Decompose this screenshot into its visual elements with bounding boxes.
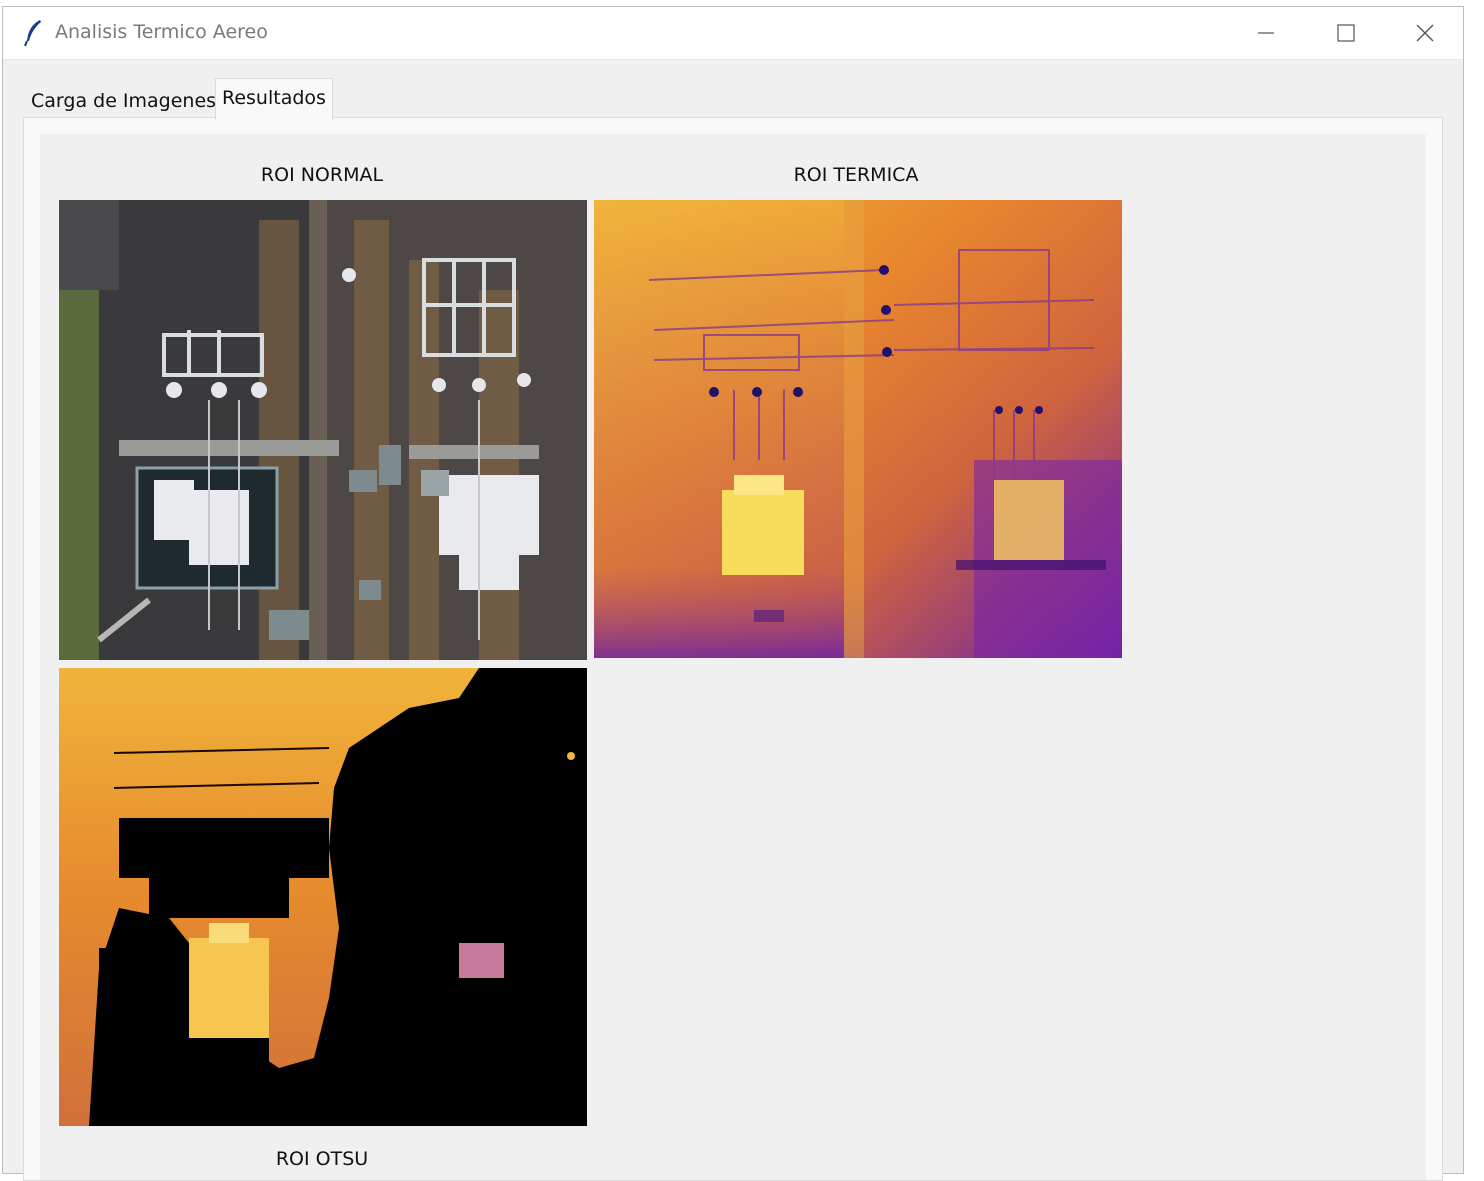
tab-resultados[interactable]: Resultados (215, 78, 333, 120)
minimize-icon (1258, 32, 1274, 34)
roi-termica-image (594, 200, 1122, 658)
maximize-icon (1337, 24, 1355, 42)
app-window: Analisis Termico Aereo Carga de Imagenes… (2, 6, 1464, 1181)
close-button[interactable] (1385, 7, 1465, 59)
results-panel: ROI NORMAL ROI TERMICA ROI OTSU (23, 117, 1443, 1181)
roi-normal-label: ROI NORMAL (260, 164, 384, 186)
roi-normal-image (59, 200, 587, 660)
tab-carga-de-imagenes[interactable]: Carga de Imagenes (25, 84, 216, 118)
maximize-button[interactable] (1306, 7, 1386, 59)
feather-icon (23, 19, 45, 47)
window-title: Analisis Termico Aereo (55, 21, 268, 43)
results-canvas: ROI NORMAL ROI TERMICA ROI OTSU (40, 134, 1426, 1180)
roi-termica-label: ROI TERMICA (793, 164, 919, 186)
roi-otsu-image (59, 668, 587, 1126)
close-icon (1416, 24, 1434, 42)
minimize-button[interactable] (1226, 7, 1306, 59)
title-bar[interactable]: Analisis Termico Aereo (3, 7, 1463, 60)
roi-otsu-label: ROI OTSU (275, 1148, 369, 1170)
